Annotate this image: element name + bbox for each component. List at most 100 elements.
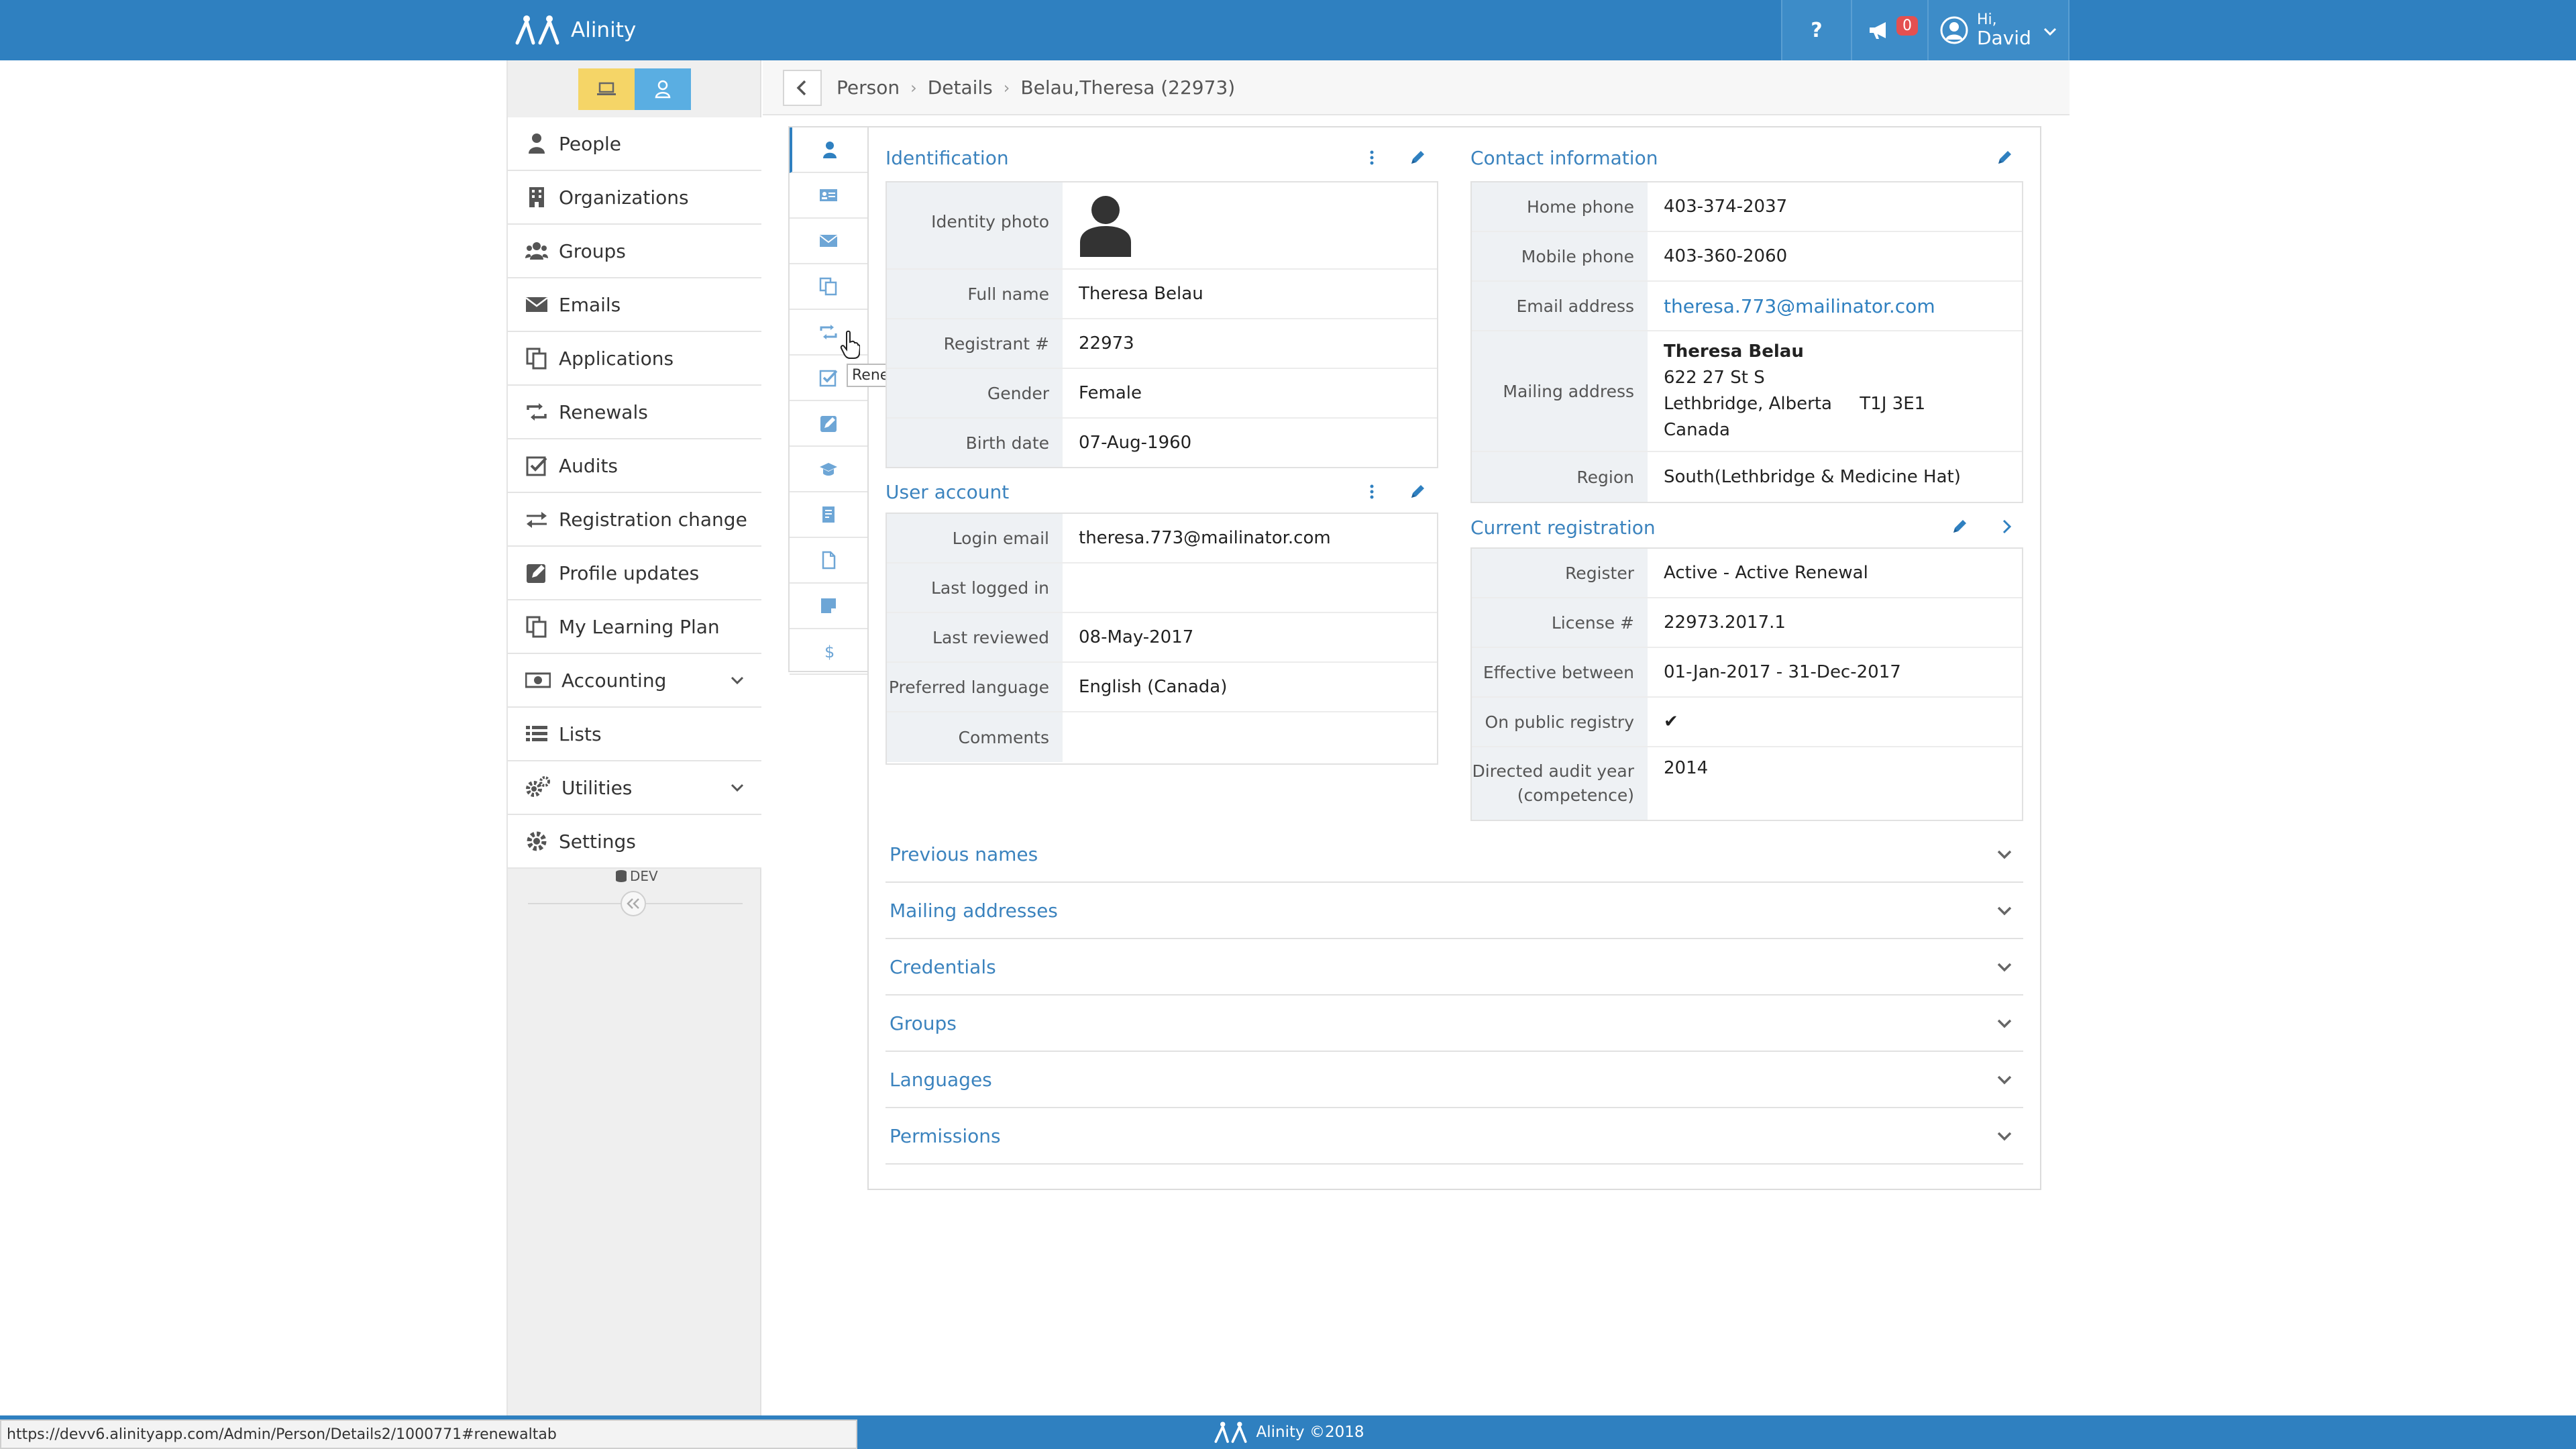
tab-id-card[interactable]	[790, 173, 867, 219]
envelope-icon	[819, 235, 838, 247]
copy-icon	[819, 277, 837, 296]
sidebar-item-settings[interactable]: Settings	[508, 815, 761, 869]
birth-date-value: 07-Aug-1960	[1079, 433, 1192, 453]
pencil-icon[interactable]	[1409, 483, 1426, 500]
sidebar-item-registration-change[interactable]: Registration change	[508, 493, 761, 547]
alinity-logo-icon	[1214, 1421, 1247, 1443]
help-button[interactable]: ?	[1781, 0, 1851, 60]
breadcrumb-person[interactable]: Person	[837, 76, 900, 99]
sticky-note-icon	[821, 598, 836, 613]
identity-photo[interactable]	[1063, 182, 1437, 268]
collapse-sidebar-button[interactable]	[621, 891, 646, 916]
accordion-groups[interactable]: Groups	[885, 996, 2023, 1052]
check-square-icon	[526, 456, 547, 476]
sidebar-item-lists[interactable]: Lists	[508, 708, 761, 761]
breadcrumb-details[interactable]: Details	[928, 76, 993, 99]
accordion-languages[interactable]: Languages	[885, 1052, 2023, 1108]
sidebar-item-accounting[interactable]: Accounting	[508, 654, 761, 708]
more-vertical-icon[interactable]	[1363, 149, 1381, 166]
users-icon	[525, 242, 548, 260]
sidebar-item-utilities[interactable]: Utilities	[508, 761, 761, 815]
sidebar-item-my-learning-plan[interactable]: My Learning Plan	[508, 600, 761, 654]
detail-tabs: $	[788, 126, 869, 675]
tab-payments[interactable]: $	[790, 629, 867, 675]
sidebar-item-applications[interactable]: Applications	[508, 332, 761, 386]
chevron-down-icon	[731, 676, 744, 685]
pencil-icon[interactable]	[1996, 149, 2013, 166]
full-name-value: Theresa Belau	[1079, 284, 1203, 304]
breadcrumb-current: Belau,Theresa (22973)	[1020, 76, 1236, 99]
announcements-button[interactable]: 0	[1851, 0, 1927, 60]
current-registration-card: Register Active - Active Renewal License…	[1470, 547, 2023, 821]
accordion-credentials[interactable]: Credentials	[885, 939, 2023, 996]
tab-invoices[interactable]	[790, 492, 867, 538]
contact-information-title: Contact information	[1470, 147, 1658, 169]
email-address-link[interactable]: theresa.773@mailinator.com	[1648, 282, 2022, 330]
tab-profile-updates[interactable]	[790, 401, 867, 447]
brand[interactable]: Alinity	[513, 15, 636, 46]
user-account-title: User account	[885, 481, 1010, 503]
top-bar: Alinity ? 0 Hi, David	[0, 0, 2576, 60]
last-reviewed-value: 08-May-2017	[1079, 627, 1194, 647]
mode-switch	[578, 68, 691, 110]
chevron-right-icon[interactable]	[1998, 518, 2015, 535]
sidebar-item-profile-updates[interactable]: Profile updates	[508, 547, 761, 600]
gear-icon	[527, 831, 547, 851]
exchange-icon	[527, 512, 547, 528]
person-mode-button[interactable]	[635, 68, 691, 110]
footer-copyright: Alinity ©2018	[1256, 1424, 1364, 1441]
user-name: David	[1977, 27, 2031, 49]
current-registration-title: Current registration	[1470, 517, 1656, 539]
money-icon	[525, 672, 551, 688]
cogs-icon	[526, 776, 550, 797]
sidebar-item-renewals[interactable]: Renewals	[508, 386, 761, 439]
desktop-mode-button[interactable]	[578, 68, 635, 110]
tab-identification[interactable]	[790, 127, 867, 173]
user-account-card: Login email theresa.773@mailinator.com L…	[885, 513, 1438, 765]
dollar-icon: $	[824, 643, 835, 661]
chevron-down-icon	[731, 784, 744, 792]
identity-photo-label: Identity photo	[887, 182, 1063, 268]
mobile-phone-value: 403-360-2060	[1664, 246, 1788, 266]
alinity-logo-icon	[515, 15, 559, 45]
effective-between-value: 01-Jan-2017 - 31-Dec-2017	[1664, 662, 1901, 682]
pencil-icon[interactable]	[1409, 149, 1426, 166]
more-vertical-icon[interactable]	[1363, 483, 1381, 500]
retweet-icon	[820, 325, 837, 339]
nav-list: People Organizations Groups Emails Appli…	[508, 117, 761, 869]
chevron-down-icon	[2043, 28, 2057, 36]
breadcrumb: Person › Details › Belau,Theresa (22973)	[837, 76, 1235, 99]
tab-emails[interactable]	[790, 219, 867, 264]
accordion-mailing-addresses[interactable]: Mailing addresses	[885, 883, 2023, 939]
tab-notes[interactable]	[790, 584, 867, 629]
accordion-permissions[interactable]: Permissions	[885, 1108, 2023, 1165]
user-outline-icon	[655, 80, 671, 99]
tab-documents[interactable]	[790, 538, 867, 584]
sidebar-item-people[interactable]: People	[508, 117, 761, 171]
license-number-value: 22973.2017.1	[1664, 612, 1786, 633]
notification-count-badge: 0	[1896, 16, 1918, 36]
tab-applications[interactable]	[790, 264, 867, 310]
chevron-down-icon	[1997, 1132, 2012, 1141]
identification-card: Identity photo Full name Theresa Belau R…	[885, 181, 1438, 468]
back-button[interactable]	[783, 70, 822, 106]
sidebar-item-groups[interactable]: Groups	[508, 225, 761, 278]
directed-audit-label: Directed audit year (competence)	[1472, 747, 1648, 820]
environment-tag: DEV	[615, 868, 658, 884]
tab-learning[interactable]	[790, 447, 867, 492]
sidebar-item-organizations[interactable]: Organizations	[508, 171, 761, 225]
login-email-value: theresa.773@mailinator.com	[1079, 528, 1331, 548]
region-value: South(Lethbridge & Medicine Hat)	[1664, 467, 1961, 487]
breadcrumb-separator: ›	[910, 78, 917, 97]
copy-icon	[526, 347, 547, 370]
sidebar-item-audits[interactable]: Audits	[508, 439, 761, 493]
receipt-icon	[822, 506, 835, 523]
pencil-icon[interactable]	[1951, 518, 1968, 535]
browser-status-url: https://devv6.alinityapp.com/Admin/Perso…	[0, 1419, 857, 1449]
user-menu[interactable]: Hi, David	[1927, 0, 2070, 60]
sidebar-item-emails[interactable]: Emails	[508, 278, 761, 332]
gender-value: Female	[1079, 383, 1142, 403]
envelope-icon	[525, 297, 548, 312]
sidebar: People Organizations Groups Emails Appli…	[506, 60, 761, 1415]
accordion-previous-names[interactable]: Previous names	[885, 826, 2023, 883]
